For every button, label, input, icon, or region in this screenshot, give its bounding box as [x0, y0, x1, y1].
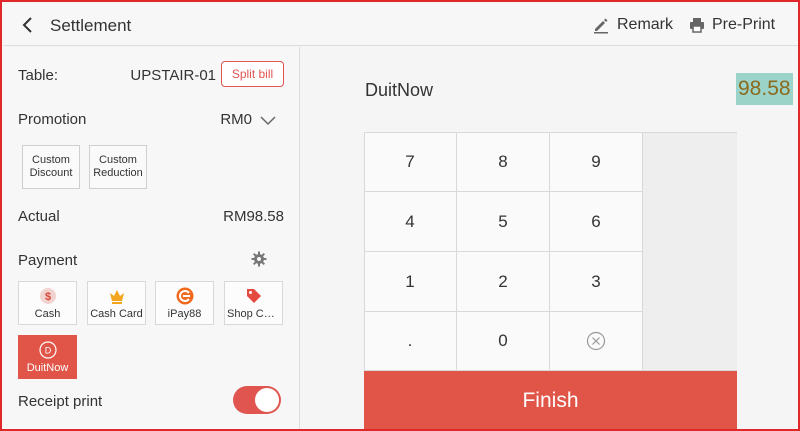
pre-print-label: Pre-Print — [712, 16, 776, 33]
settlement-screen: Settlement Remark Pre-Print Table: UPSTA… — [0, 0, 800, 431]
order-summary-panel: Table: UPSTAIR-01 Split bill Promotion R… — [4, 47, 300, 429]
tag-icon — [246, 289, 261, 303]
payment-method-duitnow[interactable]: D DuitNow — [18, 335, 77, 379]
toggle-knob — [255, 388, 279, 412]
table-value: UPSTAIR-01 — [130, 67, 216, 84]
page-title: Settlement — [50, 16, 132, 35]
printer-icon — [690, 18, 704, 33]
remark-button[interactable]: Remark — [592, 14, 673, 36]
duitnow-icon: D — [38, 341, 57, 359]
table-label: Table: — [18, 67, 59, 84]
pre-print-button[interactable]: Pre-Print — [688, 14, 775, 36]
key-2[interactable]: 2 — [457, 252, 550, 312]
payment-method-cash-card[interactable]: Cash Card — [87, 281, 146, 325]
key-decimal[interactable]: . — [364, 312, 457, 371]
payment-method-label: iPay88 — [167, 308, 202, 320]
dollar-icon: $ — [39, 288, 56, 304]
custom-reduction-button[interactable]: Custom Reduction — [89, 145, 147, 189]
payment-label: Payment — [18, 252, 78, 269]
svg-text:$: $ — [44, 291, 50, 303]
custom-discount-line2: Discount — [29, 167, 73, 179]
crown-icon — [109, 290, 124, 304]
promotion-label: Promotion — [18, 111, 87, 128]
clear-icon — [586, 331, 606, 351]
custom-discount-button[interactable]: Custom Discount — [22, 145, 80, 189]
receipt-print-label: Receipt print — [18, 393, 103, 410]
payment-method-ipay88[interactable]: iPay88 — [155, 281, 214, 325]
payment-method-cash[interactable]: $ Cash — [18, 281, 77, 325]
payment-amount: 98.58 — [736, 73, 793, 105]
custom-reduction-line2: Reduction — [93, 167, 143, 179]
custom-discount-line1: Custom — [32, 154, 70, 166]
payment-method-label: Cash — [34, 308, 61, 320]
key-7[interactable]: 7 — [364, 132, 457, 192]
finish-button[interactable]: Finish — [364, 371, 737, 429]
receipt-print-toggle[interactable] — [233, 386, 281, 414]
key-8[interactable]: 8 — [457, 132, 550, 192]
svg-text:D: D — [44, 346, 51, 356]
back-arrow-icon[interactable] — [18, 15, 38, 35]
key-1[interactable]: 1 — [364, 252, 457, 312]
actual-value: RM98.58 — [223, 208, 284, 225]
payment-method-label: Shop Cou... — [227, 308, 282, 320]
key-clear[interactable] — [550, 312, 643, 371]
chevron-down-icon[interactable] — [260, 114, 276, 126]
key-0[interactable]: 0 — [457, 312, 550, 371]
pencil-icon — [594, 18, 608, 34]
header-bar: Settlement Remark Pre-Print — [4, 4, 798, 46]
payment-method-shop-coupon[interactable]: Shop Cou... — [224, 281, 283, 325]
numeric-keypad: 7 8 9 4 5 6 1 2 3 . 0 — [364, 132, 737, 371]
actual-label: Actual — [18, 208, 60, 225]
payment-method-label: Cash Card — [90, 308, 143, 320]
payment-method-label: DuitNow — [26, 362, 69, 374]
key-9[interactable]: 9 — [550, 132, 643, 192]
gear-icon[interactable] — [251, 251, 267, 267]
ipay88-icon — [176, 287, 193, 305]
key-5[interactable]: 5 — [457, 192, 550, 252]
key-6[interactable]: 6 — [550, 192, 643, 252]
selected-method-name: DuitNow — [365, 80, 434, 100]
key-4[interactable]: 4 — [364, 192, 457, 252]
split-bill-button[interactable]: Split bill — [221, 61, 284, 87]
key-3[interactable]: 3 — [550, 252, 643, 312]
payment-entry-panel: DuitNow 98.58 7 8 9 4 5 6 1 2 3 . 0 Fini… — [301, 47, 798, 429]
remark-label: Remark — [617, 16, 674, 33]
promotion-value[interactable]: RM0 — [184, 111, 252, 128]
keypad-blank-column — [643, 132, 737, 371]
custom-reduction-line1: Custom — [99, 154, 137, 166]
